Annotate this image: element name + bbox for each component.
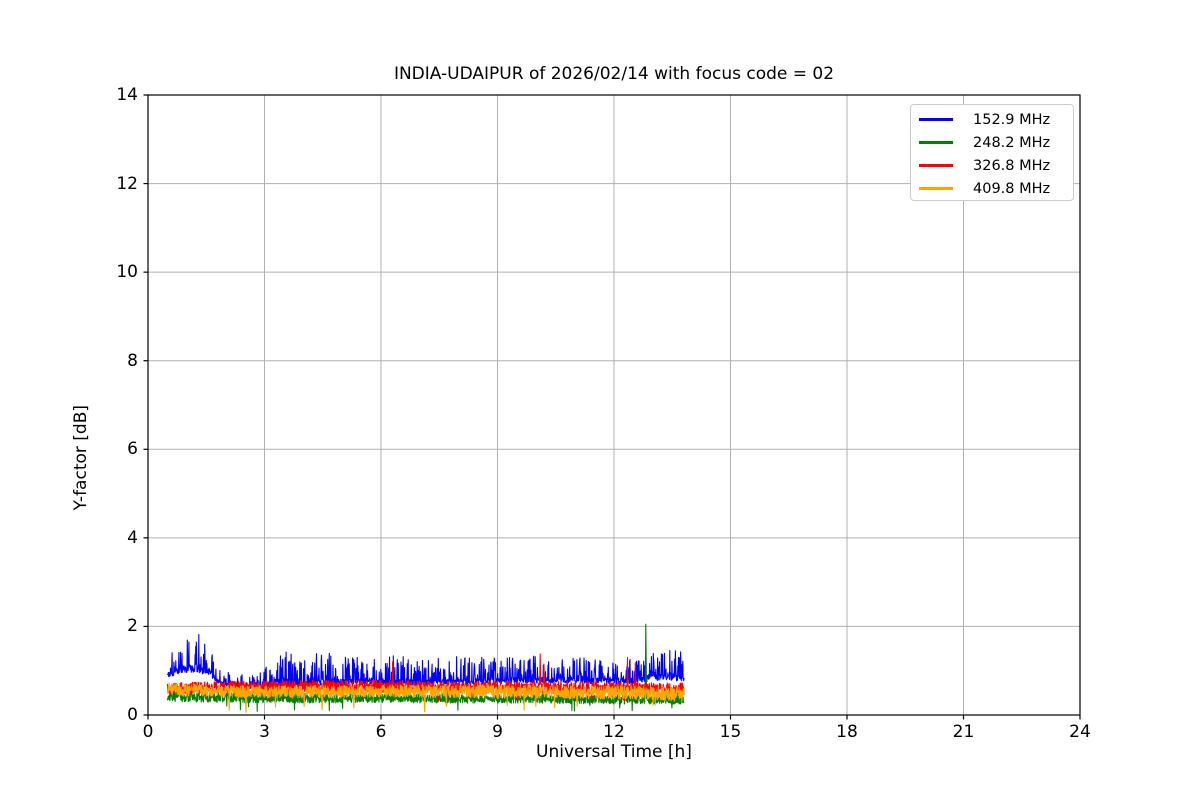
x-tick-label: 21	[952, 722, 975, 742]
x-tick-label: 18	[836, 722, 858, 742]
legend-item: 409.8 MHz	[911, 177, 1073, 200]
y-tick-label: 0	[127, 705, 138, 725]
figure: INDIA-UDAIPUR of 2026/02/14 with focus c…	[0, 0, 1200, 800]
legend-item: 248.2 MHz	[911, 131, 1073, 154]
legend-line-swatch	[919, 118, 953, 121]
legend-item: 152.9 MHz	[911, 108, 1073, 131]
legend-line-swatch	[919, 141, 953, 144]
legend-line-swatch	[919, 187, 953, 190]
x-tick-label: 3	[259, 722, 270, 742]
x-tick-label: 9	[492, 722, 503, 742]
y-tick-label: 14	[116, 85, 138, 105]
series-line-152-9-mhz	[166, 634, 685, 690]
legend-item: 326.8 MHz	[911, 154, 1073, 177]
y-tick-label: 6	[127, 439, 138, 460]
y-tick-label: 2	[127, 616, 138, 637]
x-tick-label: 24	[1069, 722, 1091, 742]
x-tick-label: 12	[603, 722, 625, 742]
series-group	[166, 623, 685, 713]
legend: 152.9 MHz 248.2 MHz 326.8 MHz 409.8 MHz	[910, 104, 1074, 201]
legend-line-swatch	[919, 164, 953, 167]
x-axis-label: Universal Time [h]	[536, 742, 692, 762]
x-tick-label: 6	[375, 722, 387, 742]
y-tick-label: 12	[116, 173, 138, 194]
legend-label: 152.9 MHz	[973, 111, 1051, 128]
x-tick-label: 15	[719, 722, 742, 742]
chart-title: INDIA-UDAIPUR of 2026/02/14 with focus c…	[393, 64, 835, 84]
y-tick-label: 8	[127, 350, 138, 371]
series-line-409-8-mhz	[166, 682, 685, 713]
legend-label: 326.8 MHz	[973, 157, 1051, 174]
y-tick-label: 10	[116, 262, 138, 283]
y-tick-label: 4	[127, 527, 138, 548]
legend-label: 409.8 MHz	[973, 180, 1051, 197]
legend-label: 248.2 MHz	[973, 134, 1051, 151]
